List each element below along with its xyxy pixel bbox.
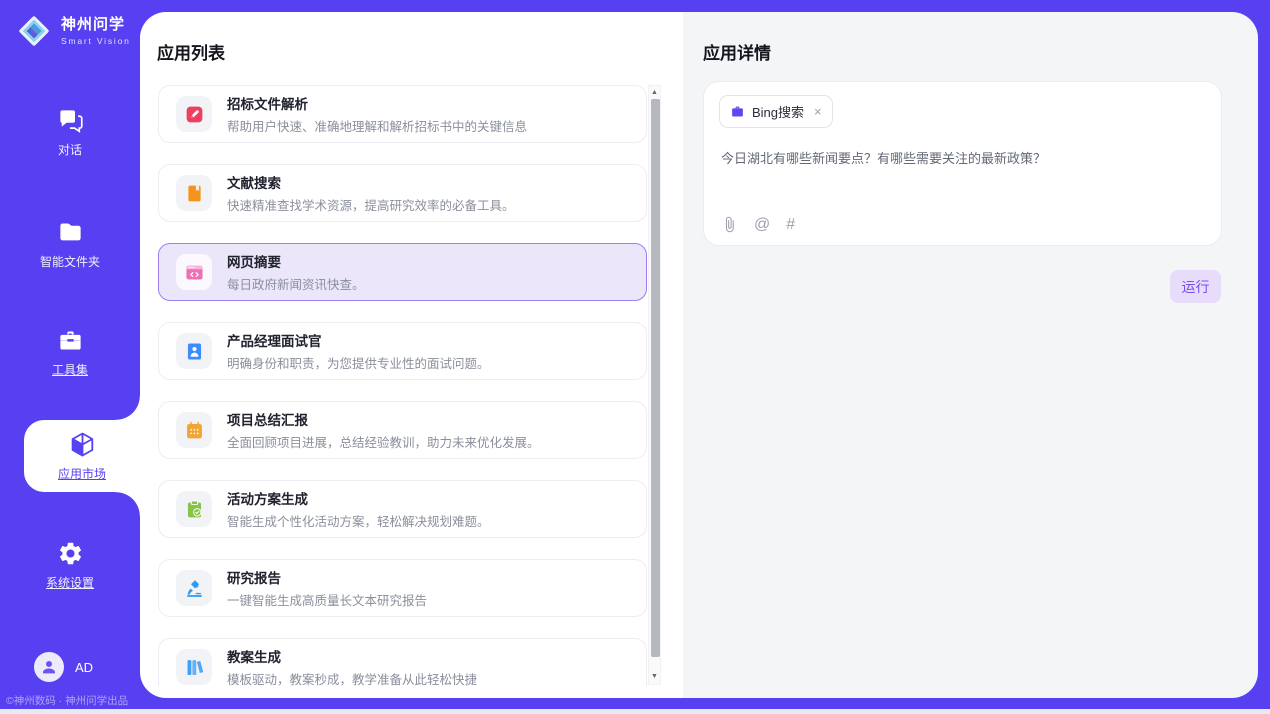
folder-icon (0, 217, 140, 247)
sidebar: 神州问学 Smart Vision 对话 智能文件夹 工具集 应用市场 系统设置… (0, 0, 140, 714)
book-icon (184, 183, 205, 204)
tool-tag-close-icon[interactable]: × (814, 105, 822, 118)
app-list: 招标文件解析 帮助用户快速、准确地理解和解析招标书中的关键信息 文献搜索 快速精… (158, 85, 647, 686)
sidebar-item-cube[interactable]: 应用市场 (24, 420, 140, 492)
interview-icon (184, 341, 205, 362)
brand-tagline: Smart Vision (61, 36, 131, 46)
app-list-item[interactable]: 活动方案生成 智能生成个性化活动方案，轻松解决规划难题。 (158, 480, 647, 538)
tender-doc-icon (184, 104, 205, 125)
scrollbar[interactable]: ▲ ▼ (648, 85, 661, 685)
scroll-up-icon[interactable]: ▲ (649, 87, 660, 99)
brand-name: 神州问学 (61, 16, 125, 33)
copyright-text: ©神州数码 · 神州问学出品 (6, 693, 140, 708)
app-list-item[interactable]: 网页摘要 每日政府新闻资讯快查。 (158, 243, 647, 301)
sidebar-item-toolbox[interactable]: 工具集 (0, 325, 140, 379)
research-icon (184, 578, 205, 599)
composer-toolbar: @# (721, 216, 795, 233)
app-list-item[interactable]: 招标文件解析 帮助用户快速、准确地理解和解析招标书中的关键信息 (158, 85, 647, 143)
sidebar-item-chat[interactable]: 对话 (0, 105, 140, 159)
window-bottom-edge (0, 709, 1270, 714)
cube-icon (24, 429, 140, 459)
app-list-panel: 应用列表 招标文件解析 帮助用户快速、准确地理解和解析招标书中的关键信息 文献搜… (140, 12, 683, 698)
avatar (34, 652, 64, 682)
main-content: 应用列表 招标文件解析 帮助用户快速、准确地理解和解析招标书中的关键信息 文献搜… (140, 12, 1258, 698)
sidebar-item-gear[interactable]: 系统设置 (0, 538, 140, 592)
prompt-input[interactable]: 今日湖北有哪些新闻要点？有哪些需要关注的最新政策？ (721, 149, 1205, 169)
app-list-item[interactable]: 项目总结汇报 全面回顾项目进展，总结经验教训，助力未来优化发展。 (158, 401, 647, 459)
gear-icon (0, 538, 140, 568)
app-detail-panel: 应用详情 Bing搜索 × 今日湖北有哪些新闻要点？有哪些需要关注的最新政策？ … (683, 12, 1258, 698)
tool-tag-bing[interactable]: Bing搜索 × (719, 95, 833, 128)
plan-icon (184, 499, 205, 520)
user-initials: AD (75, 660, 93, 675)
scrollbar-thumb[interactable] (651, 99, 660, 657)
sidebar-item-folder[interactable]: 智能文件夹 (0, 217, 140, 271)
app-list-item[interactable]: 教案生成 模板驱动，教案秒成，教学准备从此轻松快捷 (158, 638, 647, 686)
user-icon (40, 658, 58, 676)
chat-icon (0, 105, 140, 135)
app-list-item[interactable]: 文献搜索 快速精准查找学术资源，提高研究效率的必备工具。 (158, 164, 647, 222)
tool-tag-label: Bing搜索 (752, 102, 804, 121)
lesson-icon (184, 657, 205, 678)
sidebar-item-label: 系统设置 (46, 574, 94, 591)
scroll-down-icon[interactable]: ▼ (649, 671, 660, 683)
at-icon[interactable]: @ (754, 217, 770, 233)
user-profile[interactable]: AD (34, 652, 93, 682)
app-list-item[interactable]: 研究报告 一键智能生成高质量长文本研究报告 (158, 559, 647, 617)
hash-icon[interactable]: # (786, 217, 795, 233)
paperclip-icon[interactable] (721, 216, 738, 233)
sidebar-item-label: 智能文件夹 (40, 253, 100, 270)
sidebar-item-label: 对话 (58, 141, 82, 158)
gem-logo-icon (15, 12, 53, 50)
brand-logo: 神州问学 Smart Vision (15, 12, 131, 50)
run-button[interactable]: 运行 (1170, 270, 1221, 303)
sidebar-item-label: 工具集 (52, 361, 88, 378)
app-list-item[interactable]: 产品经理面试官 明确身份和职责，为您提供专业性的面试问题。 (158, 322, 647, 380)
sidebar-item-label: 应用市场 (58, 465, 106, 482)
toolbox-icon (0, 325, 140, 355)
prompt-composer[interactable]: Bing搜索 × 今日湖北有哪些新闻要点？有哪些需要关注的最新政策？ @# (703, 81, 1222, 246)
app-detail-title: 应用详情 (703, 39, 771, 64)
app-list-title: 应用列表 (157, 39, 225, 64)
webpage-icon (184, 262, 205, 283)
summary-icon (184, 420, 205, 441)
briefcase-icon (730, 104, 745, 119)
